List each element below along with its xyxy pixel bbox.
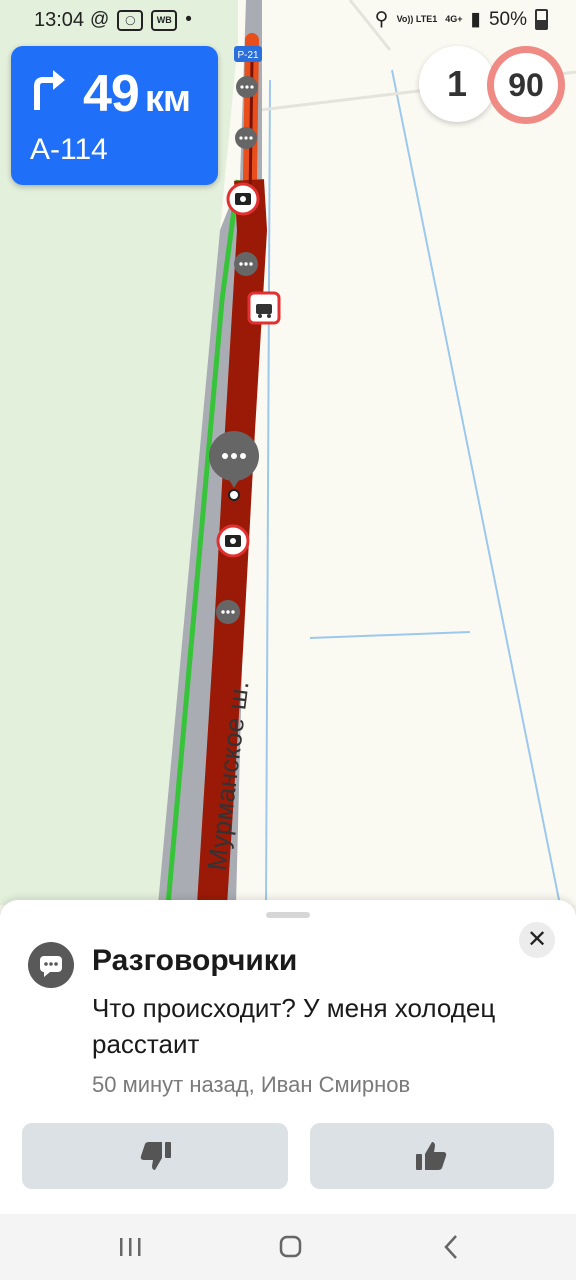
- sheet-grabber[interactable]: [266, 912, 310, 918]
- thumbs-down-icon: [140, 1142, 171, 1170]
- blue-line-3: [309, 631, 471, 639]
- wb-icon: WB: [151, 9, 178, 31]
- blue-line-2: [391, 69, 561, 905]
- chat-marker-4: [216, 600, 240, 624]
- system-nav-bar: [0, 1214, 576, 1280]
- blue-line-1: [265, 79, 271, 905]
- turn-right-icon: [34, 70, 65, 110]
- maneuver-road: А-114: [30, 133, 108, 166]
- speed-limit-sign: 90: [487, 46, 565, 124]
- home-icon[interactable]: [272, 1232, 308, 1262]
- clock: 13:04: [34, 9, 85, 31]
- status-bar: 13:04 @ ◯ WB • ⚲ Vo)) LTE1 4G+ ▮ 50%: [0, 0, 576, 42]
- close-icon: ✕: [526, 926, 548, 953]
- route-point: [228, 489, 240, 501]
- system-icons: ⚲ Vo)) LTE1 4G+ ▮ 50%: [375, 8, 548, 31]
- event-sheet: ✕ Разговорчики Что происходит? У меня хо…: [0, 900, 576, 1214]
- network-type-icon: 4G+: [445, 14, 463, 24]
- camera-marker-2: [216, 524, 250, 558]
- app-icon: ◯: [117, 9, 144, 31]
- dislike-button[interactable]: [22, 1123, 288, 1189]
- speed-limit-value: 90: [494, 53, 558, 117]
- event-meta: 50 минут назад, Иван Смирнов: [92, 1072, 411, 1097]
- battery-percent: 50%: [488, 8, 527, 30]
- event-message: Что происходит? У меня холодец расстаит: [92, 993, 496, 1059]
- battery-icon: [535, 9, 548, 30]
- like-button[interactable]: [310, 1123, 554, 1189]
- maneuver-distance: 49 км: [83, 65, 191, 123]
- signal-icon: ▮: [470, 9, 481, 30]
- location-icon: ⚲: [374, 9, 389, 30]
- maneuver-panel[interactable]: 49 км А-114: [11, 46, 218, 185]
- back-icon[interactable]: [434, 1232, 470, 1262]
- chat-marker-3: [234, 252, 258, 276]
- volte-icon: Vo)) LTE1: [396, 14, 438, 24]
- road-shield-label: P-21: [237, 50, 259, 61]
- camera-marker-1: [226, 182, 260, 216]
- thumbs-up-icon: [416, 1142, 447, 1170]
- recents-icon[interactable]: [112, 1232, 148, 1262]
- chat-marker-1: [236, 76, 258, 98]
- chat-marker-2: [235, 127, 257, 149]
- dot-icon: •: [185, 9, 192, 30]
- notification-icons: @ ◯ WB •: [90, 9, 192, 31]
- event-title: Разговорчики: [92, 944, 298, 977]
- accident-marker: [247, 291, 281, 325]
- close-button[interactable]: ✕: [519, 922, 555, 958]
- at-icon: @: [90, 9, 110, 30]
- lane-indicator: 1: [419, 46, 495, 122]
- chat-icon: [28, 942, 74, 988]
